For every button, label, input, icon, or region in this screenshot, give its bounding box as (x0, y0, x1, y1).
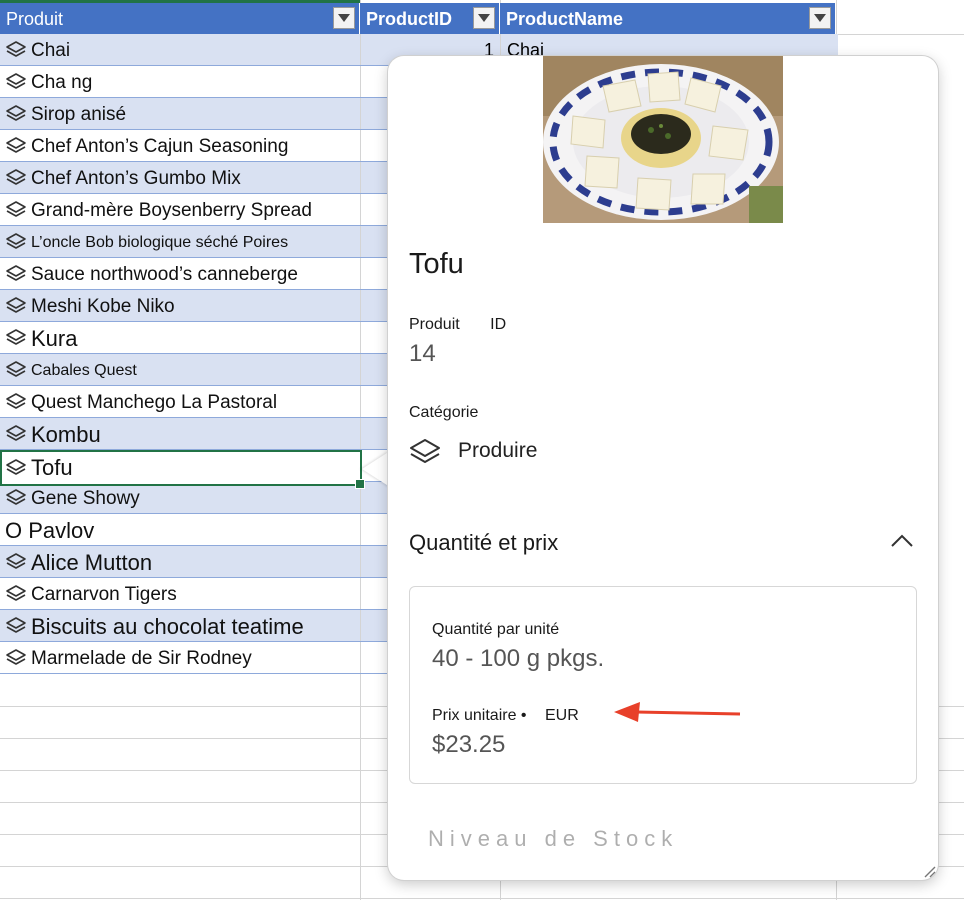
cell-divider (360, 546, 361, 577)
filter-dropdown-button[interactable] (333, 7, 355, 29)
cell-divider (360, 130, 361, 161)
cell-divider (360, 226, 361, 257)
cell-text: Chef Anton’s Cajun Seasoning (31, 136, 289, 157)
card-pointer (362, 451, 390, 487)
cell-divider (360, 290, 361, 321)
row-gridline (0, 898, 964, 899)
header-productid[interactable]: ProductID (360, 3, 500, 34)
quantity-value: 40 - 100 g pkgs. (432, 645, 605, 672)
cell-text: L’oncle Bob biologique séché Poires (31, 234, 289, 251)
chevron-down-icon (478, 14, 490, 22)
red-arrow-annotation (614, 702, 741, 722)
category-label: Catégorie (409, 404, 479, 421)
price-currency: EUR (544, 707, 579, 724)
cell-text: Meshi Kobe Niko (31, 296, 175, 317)
header-label: ProductID (366, 9, 453, 29)
linked-data-type-icon[interactable] (5, 584, 27, 604)
cell-divider (360, 354, 361, 385)
cell-text: Marmelade de Sir Rodney (31, 648, 252, 669)
chevron-up-icon[interactable] (888, 530, 916, 550)
header-label: ProductName (506, 9, 624, 29)
price-label: Prix unitaire • EUR (432, 707, 579, 725)
product-id-label-text: Produit (409, 316, 460, 333)
chevron-down-icon (814, 14, 826, 22)
linked-data-type-icon[interactable] (5, 168, 27, 188)
header-label: Produit (6, 9, 64, 29)
cell-text: Grand-mère Boysenberry Spread (31, 200, 312, 221)
resize-grip-icon[interactable] (922, 864, 936, 878)
cell-text: Sauce northwood’s canneberge (31, 264, 298, 285)
cell-text: Chef Anton’s Gumbo Mix (31, 168, 241, 189)
header-produit[interactable]: Produit (0, 3, 360, 34)
tofu-dish-photo (543, 56, 783, 223)
linked-data-type-icon[interactable] (5, 136, 27, 156)
table-header-row: Produit ProductID ProductName (0, 0, 838, 34)
linked-data-type-icon[interactable] (5, 40, 27, 60)
cell-divider (360, 418, 361, 449)
data-type-card: Tofu Produit ID 14 Catégorie Produire Qu… (388, 56, 938, 880)
price-value: $23.25 (432, 731, 506, 758)
linked-data-type-icon[interactable] (5, 392, 27, 412)
linked-data-type-icon (410, 439, 440, 463)
category-link[interactable]: Produire (458, 439, 537, 463)
cell-divider (360, 98, 361, 129)
cell-text: Tofu (31, 455, 73, 480)
cell-text: Gene Showy (31, 488, 140, 509)
linked-data-type-icon[interactable] (5, 424, 27, 444)
linked-data-type-icon[interactable] (5, 296, 27, 316)
cell-divider (360, 386, 361, 417)
linked-data-type-icon (6, 459, 26, 475)
cell-text: Chai (31, 40, 71, 61)
cell-divider (360, 34, 361, 65)
header-productname[interactable]: ProductName (500, 3, 836, 34)
cell-text: Carnarvon Tigers (31, 584, 177, 605)
cell-divider (360, 162, 361, 193)
product-id-value: 14 (409, 340, 436, 367)
cell-text: Alice Mutton (31, 550, 153, 575)
cell-text: Kura (31, 326, 78, 351)
linked-data-type-icon[interactable] (5, 72, 27, 92)
cell-divider (360, 514, 361, 545)
filter-dropdown-button[interactable] (809, 7, 831, 29)
chevron-down-icon (338, 14, 350, 22)
linked-data-type-icon[interactable] (5, 552, 27, 572)
cell-text: Sirop anisé (31, 104, 127, 125)
linked-data-type-icon[interactable] (5, 648, 27, 668)
cell-divider (360, 322, 361, 353)
linked-data-type-icon[interactable] (5, 328, 27, 348)
cell-text: Quest Manchego La Pastoral (31, 392, 278, 413)
cell-divider (360, 258, 361, 289)
quantity-price-box: Quantité par unité 40 - 100 g pkgs. Prix… (409, 586, 917, 784)
linked-data-type-icon[interactable] (5, 360, 27, 380)
cell-divider (360, 578, 361, 609)
section-title: Quantité et prix (409, 530, 559, 555)
cell-divider (360, 642, 361, 673)
filter-dropdown-button[interactable] (473, 7, 495, 29)
cell-text: Kombu (31, 422, 101, 447)
cell-text: O Pavlov (5, 518, 95, 543)
cell-divider (360, 66, 361, 97)
card-title: Tofu (409, 248, 464, 280)
cell-divider (360, 610, 361, 641)
cut-off-section-title: Niveau de Stock (428, 826, 679, 851)
linked-data-type-icon[interactable] (5, 232, 27, 252)
cell-divider (360, 194, 361, 225)
linked-data-type-icon[interactable] (5, 104, 27, 124)
product-id-label-suffix: ID (490, 316, 507, 333)
selected-cell[interactable]: Tofu (0, 450, 362, 486)
linked-data-type-icon[interactable] (5, 200, 27, 220)
linked-data-type-icon[interactable] (5, 616, 27, 636)
cell-text: Cha ng (31, 72, 93, 93)
linked-data-type-icon[interactable] (5, 264, 27, 284)
price-label-text: Prix unitaire • (432, 707, 527, 724)
cell-text: Cabales Quest (31, 362, 137, 379)
linked-data-type-icon[interactable] (5, 488, 27, 508)
product-id-label: Produit ID (409, 316, 506, 334)
quantity-label: Quantité par unité (432, 621, 560, 638)
cell-text: Biscuits au chocolat teatime (31, 614, 304, 639)
row-gridline (836, 34, 964, 35)
